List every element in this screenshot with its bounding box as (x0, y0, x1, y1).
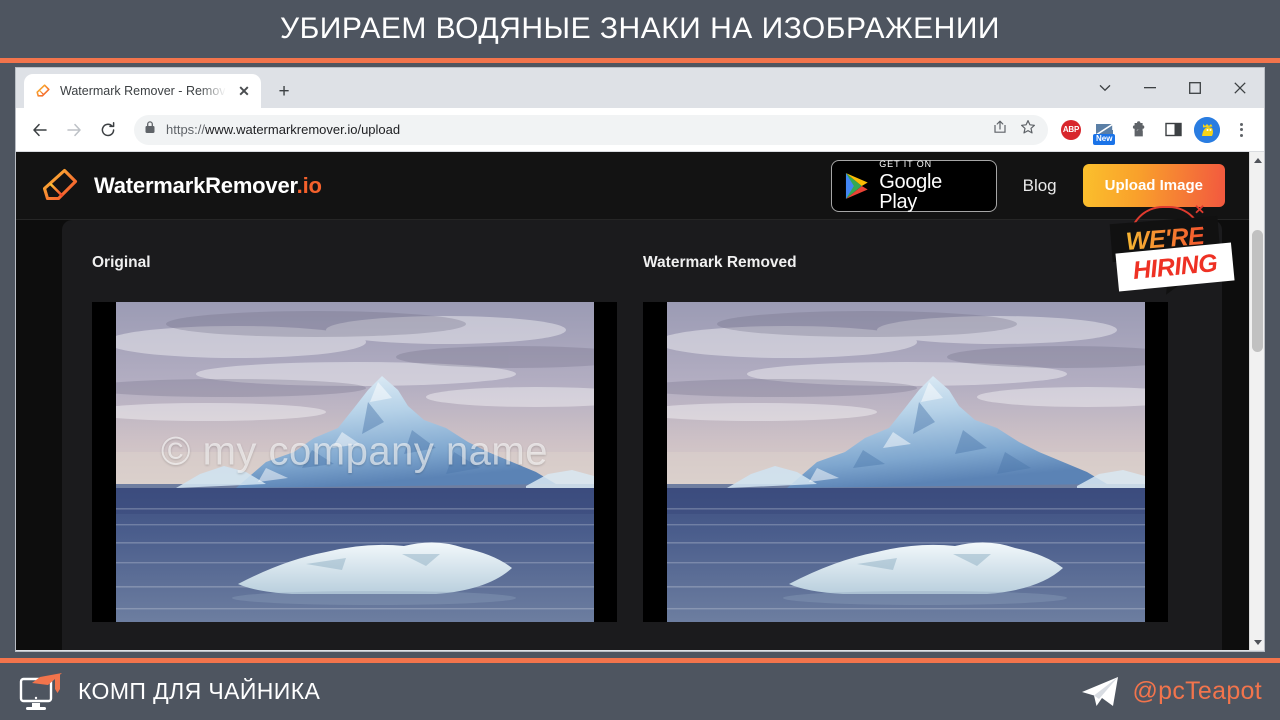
hiring-close-icon[interactable]: ✕ (1194, 202, 1205, 218)
url-host-path: www.watermarkremover.io/upload (205, 122, 401, 137)
tab-title: Watermark Remover - Remove w (60, 84, 226, 98)
channel-handle: @pcTeapot (1132, 677, 1262, 705)
comparison-card: Original © my company name Watermark Rem… (62, 220, 1222, 650)
iceberg-photo-watermarked: © my company name (115, 302, 594, 622)
share-icon[interactable] (992, 119, 1008, 140)
slide-title-bar: УБИРАЕМ ВОДЯНЫЕ ЗНАКИ НА ИЗОБРАЖЕНИИ (0, 0, 1280, 58)
hiring-line-2: HIRING (1131, 248, 1219, 285)
nav-link-blog[interactable]: Blog (1023, 176, 1057, 196)
site-logo[interactable]: WatermarkRemover.io (40, 166, 322, 206)
screenshot-extension-button[interactable]: New (1090, 115, 1120, 145)
logo-text-main: WatermarkRemover (94, 172, 297, 198)
column-title-original: Original (92, 254, 151, 271)
image-frame-original: © my company name (92, 302, 617, 622)
window-controls (1082, 68, 1262, 108)
presentation-slide: УБИРАЕМ ВОДЯНЫЕ ЗНАКИ НА ИЗОБРАЖЕНИИ Wat… (0, 0, 1280, 720)
new-tab-button[interactable]: + (270, 77, 298, 105)
reload-button[interactable] (92, 114, 124, 146)
column-title-removed: Watermark Removed (643, 254, 797, 271)
address-bar[interactable]: https://www.watermarkremover.io/upload (134, 114, 1048, 145)
page-content: WatermarkRemover.io GET IT ON Google Pla… (16, 152, 1249, 650)
page-scrollbar[interactable] (1249, 152, 1264, 650)
profile-avatar[interactable] (1192, 115, 1222, 145)
site-header: WatermarkRemover.io GET IT ON Google Pla… (16, 152, 1249, 220)
google-play-big-text: Google Play (879, 170, 942, 213)
browser-tab-active[interactable]: Watermark Remover - Remove w ✕ (24, 74, 261, 108)
extensions-puzzle-icon[interactable] (1124, 115, 1154, 145)
maximize-button[interactable] (1172, 68, 1217, 108)
side-panel-icon[interactable] (1158, 115, 1188, 145)
tab-close-icon[interactable]: ✕ (235, 82, 253, 100)
avatar (1194, 116, 1220, 143)
column-original: Original © my company name (92, 254, 617, 650)
watermark-text: © my company name (161, 429, 548, 474)
channel-brand-bar: КОМП ДЛЯ ЧАЙНИКА @pcTeapot (0, 663, 1280, 720)
scrollbar-thumb[interactable] (1252, 230, 1263, 352)
google-play-small-text: GET IT ON (879, 158, 933, 169)
minimize-button[interactable] (1127, 68, 1172, 108)
adblock-plus-extension-button[interactable]: ABP (1056, 115, 1086, 145)
extension-toolbar: ABP New (1056, 115, 1256, 145)
tab-favicon-icon (35, 83, 51, 99)
browser-tabstrip: Watermark Remover - Remove w ✕ + (16, 68, 1264, 108)
scrollbar-up-arrow[interactable] (1250, 152, 1264, 168)
forward-button[interactable] (58, 114, 90, 146)
column-watermark-removed: Watermark Removed (643, 254, 1168, 650)
browser-window: Watermark Remover - Remove w ✕ + (16, 68, 1264, 651)
image-frame-removed (643, 302, 1168, 622)
hiring-sticker[interactable]: ✕ WE'RE HIRING (1109, 202, 1235, 298)
monitor-graduation-cap-icon (18, 669, 66, 715)
star-icon[interactable] (1020, 119, 1036, 140)
tab-search-chevron-icon[interactable] (1082, 68, 1127, 108)
upload-image-button[interactable]: Upload Image (1082, 164, 1225, 207)
padlock-icon (144, 120, 156, 139)
google-play-triangle-icon (845, 172, 868, 199)
browser-toolbar: https://www.watermarkremover.io/upload A… (16, 108, 1264, 152)
url-scheme: https:// (166, 122, 206, 137)
iceberg-photo-clean (666, 302, 1145, 622)
address-bar-url: https://www.watermarkremover.io/upload (166, 122, 400, 137)
eraser-logo-icon (40, 166, 80, 206)
google-play-badge[interactable]: GET IT ON Google Play (830, 158, 997, 213)
logo-text-tld: .io (296, 172, 322, 198)
site-logo-text: WatermarkRemover.io (94, 173, 322, 199)
scrollbar-down-arrow[interactable] (1250, 634, 1264, 650)
channel-name: КОМП ДЛЯ ЧАЙНИКА (78, 678, 321, 704)
abp-badge-label: ABP (1061, 119, 1081, 140)
extension-new-badge: New (1093, 133, 1116, 145)
accent-rule-top (0, 58, 1280, 63)
page-viewport: WatermarkRemover.io GET IT ON Google Pla… (16, 152, 1264, 650)
telegram-plane-icon (1080, 675, 1120, 709)
three-dot-menu-icon[interactable] (1226, 115, 1256, 145)
close-window-button[interactable] (1217, 68, 1262, 108)
back-button[interactable] (24, 114, 56, 146)
slide-title: УБИРАЕМ ВОДЯНЫЕ ЗНАКИ НА ИЗОБРАЖЕНИИ (280, 12, 1000, 45)
